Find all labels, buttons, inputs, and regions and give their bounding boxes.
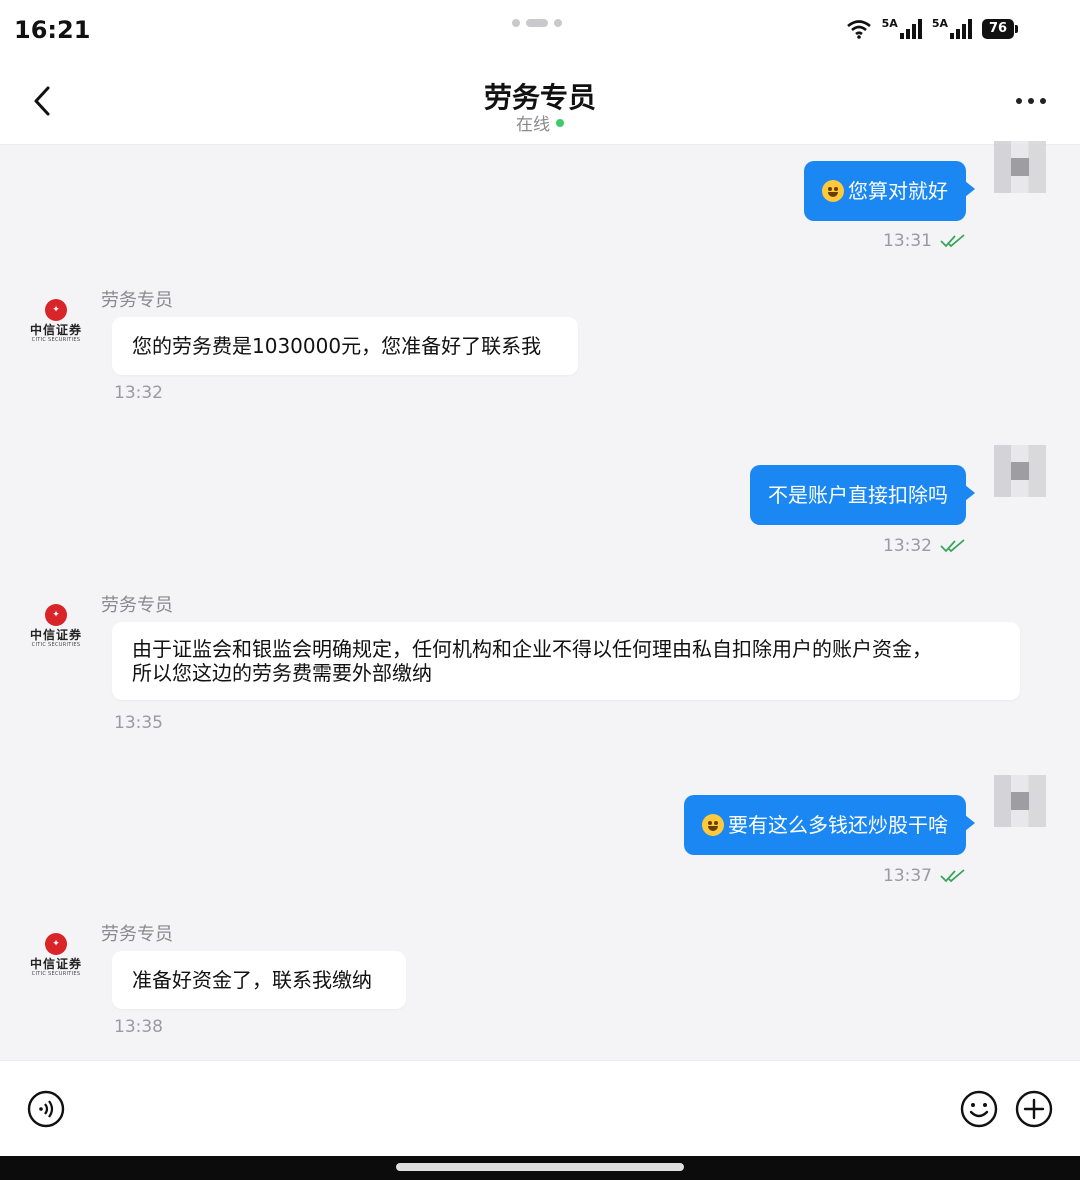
message-time: 13:32 <box>883 536 966 556</box>
message-time: 13:32 <box>114 383 163 403</box>
online-dot-icon <box>556 119 564 127</box>
message-bubble-incoming[interactable]: 您的劳务费是1030000元，您准备好了联系我 <box>112 317 578 375</box>
double-check-icon <box>940 539 965 553</box>
message-time: 13:35 <box>114 713 163 733</box>
signal-bars-icon <box>950 19 972 39</box>
voice-icon <box>27 1090 65 1128</box>
sender-name: 劳务专员 <box>101 924 173 945</box>
my-avatar[interactable] <box>994 141 1046 193</box>
signal-bars-icon <box>899 19 922 39</box>
message-bubble-incoming[interactable]: 准备好资金了，联系我缴纳 <box>112 951 406 1009</box>
chat-header: 劳务专员 在线 <box>0 60 1080 145</box>
online-status: 在线 <box>0 110 1080 135</box>
message-bubble-outgoing[interactable]: 不是账户直接扣除吗 <box>750 465 975 525</box>
message-time: 13:37 <box>883 866 966 886</box>
citic-logo-icon: ✦ <box>45 299 67 321</box>
more-button[interactable] <box>1016 98 1046 104</box>
my-avatar[interactable] <box>994 445 1046 497</box>
double-check-icon <box>940 234 965 248</box>
page-indicator-dots <box>512 19 562 27</box>
grinning-sweat-emoji-icon <box>702 814 724 836</box>
sender-name: 劳务专员 <box>101 595 173 616</box>
emoji-button[interactable] <box>959 1089 999 1133</box>
citic-logo-icon: ✦ <box>45 604 67 626</box>
wifi-icon <box>846 19 871 39</box>
contact-avatar[interactable]: ✦ 中信证券 CITIC SECURITIES <box>28 604 84 660</box>
signal-2: 5A <box>932 18 972 39</box>
more-dots-icon <box>1016 98 1022 104</box>
status-bar: 16:21 5A 5A 76 <box>0 0 1080 60</box>
navigation-bar <box>0 1156 1080 1180</box>
contact-avatar[interactable]: ✦ 中信证券 CITIC SECURITIES <box>28 299 84 355</box>
citic-logo-icon: ✦ <box>45 933 67 955</box>
add-button[interactable] <box>1014 1089 1054 1133</box>
home-indicator[interactable] <box>396 1163 684 1171</box>
online-status-text: 在线 <box>516 115 550 135</box>
message-time: 13:31 <box>883 231 966 251</box>
message-bubble-outgoing[interactable]: 您算对就好 <box>804 161 975 221</box>
message-bubble-outgoing[interactable]: 要有这么多钱还炒股干啥 <box>684 795 975 855</box>
emoji-icon <box>960 1090 998 1128</box>
plus-circle-icon <box>1015 1090 1053 1128</box>
double-check-icon <box>940 869 965 883</box>
battery-icon: 76 <box>982 18 1018 39</box>
message-list[interactable]: 您算对就好 13:31 劳务专员 ✦ 中信证券 CITIC SECURITIES… <box>0 141 1080 1060</box>
my-avatar[interactable] <box>994 775 1046 827</box>
contact-avatar[interactable]: ✦ 中信证券 CITIC SECURITIES <box>28 933 84 989</box>
status-time: 16:21 <box>14 16 91 44</box>
message-bubble-incoming[interactable]: 由于证监会和银监会明确规定，任何机构和企业不得以任何理由私自扣除用户的账户资金，… <box>112 622 1020 700</box>
smiling-hearts-emoji-icon <box>822 180 844 202</box>
chat-screen: 16:21 5A 5A 76 劳务专员 在线 您算对就好 13:31 劳务专员 … <box>0 0 1080 1180</box>
message-time: 13:38 <box>114 1017 163 1037</box>
sender-name: 劳务专员 <box>101 290 173 311</box>
status-icons: 5A 5A 76 <box>846 18 1018 39</box>
voice-button[interactable] <box>26 1089 66 1133</box>
input-bar <box>0 1060 1080 1157</box>
signal-1: 5A <box>882 18 922 39</box>
